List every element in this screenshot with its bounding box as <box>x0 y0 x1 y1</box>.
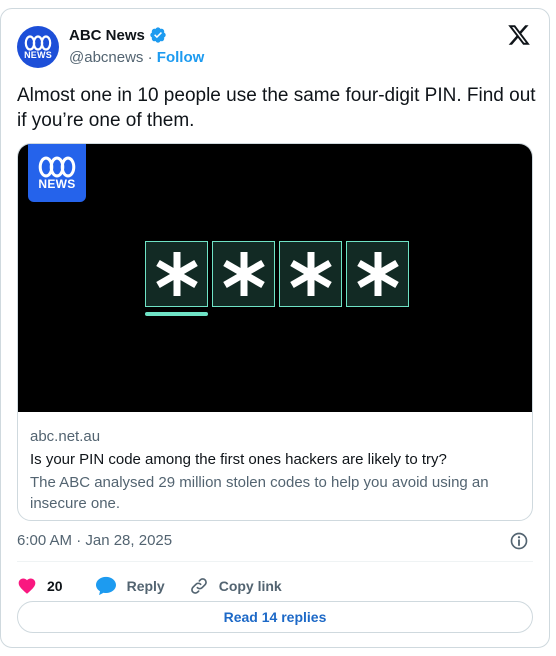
follow-button[interactable]: Follow <box>157 49 205 66</box>
tweet-text: Almost one in 10 people use the same fou… <box>17 85 536 131</box>
author-handle-row: @abcnews · Follow <box>69 49 204 66</box>
reply-bubble-icon <box>95 576 116 596</box>
reply-label: Reply <box>126 578 165 594</box>
avatar[interactable]: NEWS <box>17 26 59 68</box>
action-bar: 20 Reply Copy link <box>17 571 306 601</box>
like-count: 20 <box>47 578 63 594</box>
copy-link-button[interactable]: Copy link <box>189 576 282 596</box>
post-timestamp[interactable]: 6:00 AM · Jan 28, 2025 <box>17 532 172 549</box>
heart-icon <box>18 578 36 594</box>
x-logo-icon[interactable] <box>507 23 531 47</box>
asterisk-icon <box>356 252 399 296</box>
info-icon[interactable] <box>509 531 529 551</box>
copy-link-label: Copy link <box>218 578 282 594</box>
link-icon <box>190 578 207 594</box>
link-preview-image[interactable]: NEWS <box>18 144 532 412</box>
abc-logo-icon <box>24 34 52 51</box>
author-name[interactable]: ABC News <box>69 27 145 44</box>
link-description: The ABC analysed 29 million stolen codes… <box>30 474 489 512</box>
link-title[interactable]: Is your PIN code among the first ones ha… <box>30 450 520 470</box>
pin-digit-box <box>346 241 409 307</box>
abc-news-badge: NEWS <box>28 144 86 202</box>
divider <box>17 561 533 562</box>
pin-display <box>145 241 409 307</box>
reply-button[interactable]: Reply <box>95 576 165 596</box>
verified-badge-icon <box>150 27 166 43</box>
author-handle[interactable]: @abcnews <box>69 49 143 66</box>
asterisk-icon <box>155 252 198 296</box>
like-button[interactable]: 20 <box>17 576 63 596</box>
link-info[interactable]: abc.net.au Is your PIN code among the fi… <box>30 427 520 514</box>
author-name-row[interactable]: ABC News <box>69 26 167 44</box>
badge-word: NEWS <box>38 177 76 191</box>
embedded-post-card: NEWS ABC News @abcnews · Follow Almost o… <box>0 8 550 648</box>
avatar-word: NEWS <box>24 49 52 60</box>
abc-logo-icon <box>38 156 76 178</box>
asterisk-icon <box>289 252 332 296</box>
pin-cursor-underline <box>145 312 208 316</box>
handle-separator: · <box>147 49 153 66</box>
pin-digit-box <box>212 241 275 307</box>
link-preview-card[interactable]: NEWS abc.net.au Is your PIN code among t… <box>17 143 533 521</box>
link-domain: abc.net.au <box>30 428 101 445</box>
read-replies-button[interactable]: Read 14 replies <box>17 601 533 633</box>
pin-digit-box <box>145 241 208 307</box>
asterisk-icon <box>222 252 265 296</box>
pin-digit-box <box>279 241 342 307</box>
